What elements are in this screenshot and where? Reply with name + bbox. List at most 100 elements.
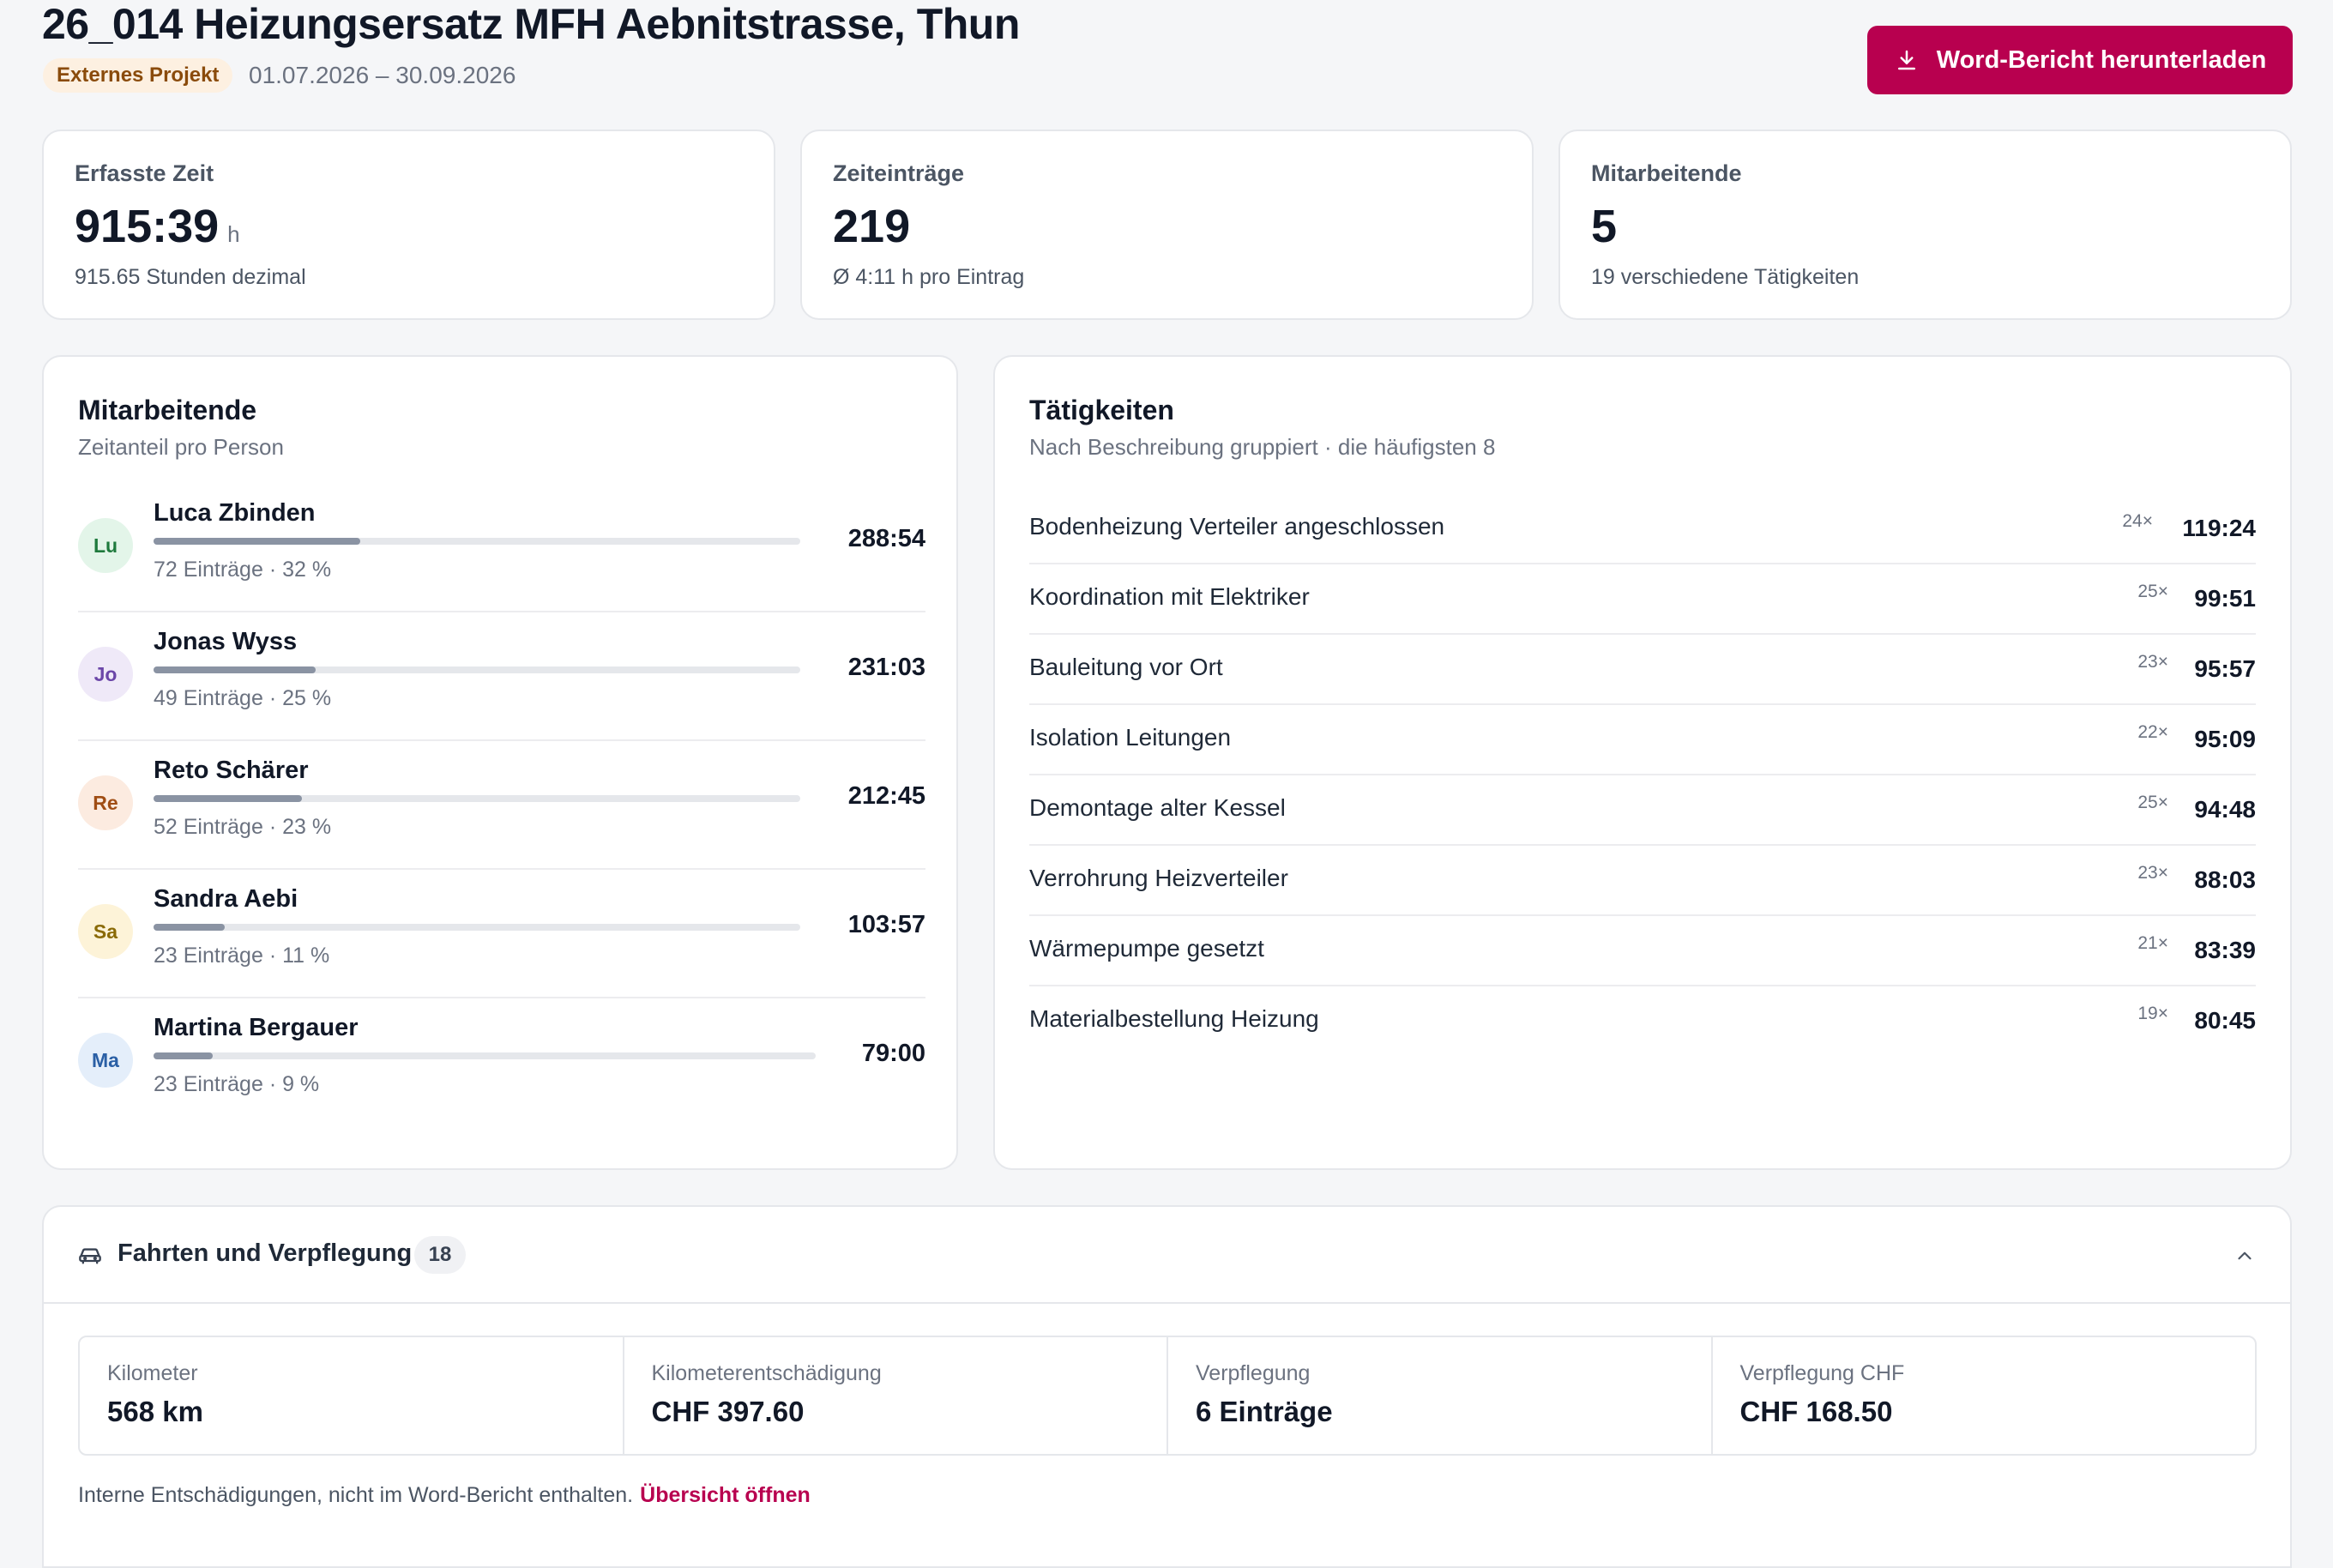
fahrten-title: Fahrten und Verpflegung (118, 1239, 413, 1267)
summary-label: Kilometerentschädigung (651, 1361, 882, 1385)
avatar: Ma (78, 1033, 133, 1088)
download-word-report-button[interactable]: Word-Bericht herunterladen (1867, 26, 2293, 94)
employee-share-fill (154, 538, 360, 545)
employee-meta: 23 Einträge · 9 % (154, 1072, 320, 1096)
activity-hours: 95:57 (2194, 655, 2256, 682)
stat-label: Erfasste Zeit (75, 160, 214, 186)
activity-count: 24× (2122, 511, 2153, 531)
activity-row: Verrohrung Heizverteiler 23× 88:03 (1029, 846, 2256, 916)
activity-count: 22× (2137, 722, 2168, 742)
employee-name: Jonas Wyss (154, 628, 298, 655)
employee-row: Jo Jonas Wyss 49 Einträge · 25 % 231:03 (78, 612, 925, 741)
summary-label: Verpflegung CHF (1739, 1361, 1905, 1385)
employee-share-bar (154, 666, 800, 673)
stat-label: Zeiteinträge (833, 160, 965, 186)
stat-card-entries: Zeiteinträge 219 Ø 4:11 h pro Eintrag (800, 130, 1534, 320)
activity-row: Bauleitung vor Ort 23× 95:57 (1029, 635, 2256, 705)
activity-hours: 94:48 (2194, 796, 2256, 823)
employees-panel-title: Mitarbeitende (78, 395, 257, 425)
employee-share-fill (154, 1052, 213, 1059)
summary-value: 568 km (107, 1396, 203, 1427)
summary-cell-meals-chf: Verpflegung CHF CHF 168.50 (1713, 1337, 2256, 1454)
employee-row: Ma Martina Bergauer 23 Einträge · 9 % 79:00 (78, 998, 925, 1127)
employee-hours: 231:03 (847, 654, 925, 681)
activity-row: Wärmepumpe gesetzt 21× 83:39 (1029, 916, 2256, 986)
stat-card-time: Erfasste Zeit 915:39 h 915.65 Stunden dez… (42, 130, 775, 320)
employee-row: Re Reto Schärer 52 Einträge · 23 % 212:45 (78, 741, 925, 870)
activity-count: 25× (2137, 582, 2168, 601)
employee-hours: 288:54 (847, 525, 925, 552)
avatar: Re (78, 775, 133, 830)
summary-cell-kilometer: Kilometer 568 km (80, 1337, 624, 1454)
page-title: 26_014 Heizungsersatz MFH Aebnitstrasse,… (42, 0, 1020, 48)
employee-share-bar (154, 1052, 816, 1059)
activity-row: Demontage alter Kessel 25× 94:48 (1029, 775, 2256, 846)
summary-label: Verpflegung (1196, 1361, 1311, 1385)
employee-share-bar (154, 795, 800, 802)
employee-meta: 52 Einträge · 23 % (154, 815, 332, 839)
activities-panel-title: Tätigkeiten (1029, 395, 1174, 425)
employee-name: Luca Zbinden (154, 499, 316, 527)
employee-hours: 103:57 (847, 911, 925, 938)
chevron-up-icon[interactable] (2234, 1245, 2256, 1267)
activity-count: 21× (2137, 933, 2168, 953)
employee-share-bar (154, 924, 800, 931)
stat-subtext: 915.65 Stunden dezimal (75, 265, 306, 289)
activities-panel-subtitle: Nach Beschreibung gruppiert · die häufig… (1029, 434, 1496, 460)
activity-hours: 88:03 (2194, 866, 2256, 893)
summary-value: CHF 168.50 (1739, 1396, 1893, 1427)
employees-panel-subtitle: Zeitanteil pro Person (78, 434, 284, 460)
employee-name: Sandra Aebi (154, 885, 298, 913)
employee-meta: 49 Einträge · 25 % (154, 686, 332, 710)
employee-meta: 72 Einträge · 32 % (154, 558, 332, 582)
employee-hours: 79:00 (861, 1040, 925, 1067)
activity-count: 19× (2137, 1004, 2168, 1023)
activity-label: Bauleitung vor Ort (1029, 654, 1223, 680)
employee-share-fill (154, 924, 225, 931)
activity-hours: 83:39 (2194, 937, 2256, 963)
employee-name: Martina Bergauer (154, 1014, 359, 1041)
stat-value: 219 (833, 201, 911, 252)
activity-row: Isolation Leitungen 22× 95:09 (1029, 705, 2256, 775)
stat-subtext: 19 verschiedene Tätigkeiten (1591, 265, 1860, 289)
activity-row: Materialbestellung Heizung 19× 80:45 (1029, 986, 2256, 1057)
date-range: 01.07.2026 – 30.09.2026 (249, 62, 516, 88)
employee-share-fill (154, 795, 302, 802)
stat-value: 915:39 h (75, 201, 240, 252)
car-icon (79, 1248, 101, 1264)
summary-cell-meals: Verpflegung 6 Einträge (1168, 1337, 1713, 1454)
activity-row: Koordination mit Elektriker 25× 99:51 (1029, 564, 2256, 635)
employee-row: Sa Sandra Aebi 23 Einträge · 11 % 103:57 (78, 870, 925, 998)
stat-unit: h (227, 221, 240, 247)
activity-label: Bodenheizung Verteiler angeschlossen (1029, 513, 1445, 540)
project-type-badge: Externes Projekt (43, 58, 233, 93)
download-button-label: Word-Bericht herunterladen (1936, 45, 2267, 74)
activity-row: Bodenheizung Verteiler angeschlossen 24× 1… (1029, 494, 2256, 564)
stat-card-employees: Mitarbeitende 5 19 verschiedene Tätigkei… (1558, 130, 2292, 320)
activity-label: Koordination mit Elektriker (1029, 583, 1310, 610)
employee-hours: 212:45 (847, 782, 925, 810)
activity-label: Isolation Leitungen (1029, 724, 1232, 751)
employee-meta: 23 Einträge · 11 % (154, 944, 330, 968)
activity-hours: 99:51 (2194, 585, 2256, 612)
footnote-text: Interne Entschädigungen, nicht im Word-B… (78, 1483, 634, 1507)
employees-panel: Mitarbeitende Zeitanteil pro Person Lu Lu… (42, 355, 958, 1170)
fahrten-header[interactable]: Fahrten und Verpflegung 18 (44, 1207, 2290, 1304)
employee-row: Lu Luca Zbinden 72 Einträge · 32 % 288:54 (78, 484, 925, 612)
stat-subtext: Ø 4:11 h pro Eintrag (833, 265, 1025, 289)
fahrten-panel: Fahrten und Verpflegung 18 Kilometer 568… (42, 1205, 2292, 1568)
fahrten-footnote: Interne Entschädigungen, nicht im Word-B… (78, 1483, 811, 1508)
avatar: Lu (78, 518, 133, 573)
summary-label: Kilometer (107, 1361, 198, 1385)
activity-label: Materialbestellung Heizung (1029, 1005, 1319, 1032)
activities-panel: Tätigkeiten Nach Beschreibung gruppiert … (993, 355, 2292, 1170)
employee-share-fill (154, 666, 316, 673)
activity-hours: 95:09 (2194, 726, 2256, 752)
avatar: Sa (78, 904, 133, 959)
stat-label: Mitarbeitende (1591, 160, 1742, 186)
employee-share-bar (154, 538, 800, 545)
activity-hours: 80:45 (2194, 1007, 2256, 1034)
download-icon (1897, 50, 1915, 70)
activity-hours: 119:24 (2182, 515, 2256, 541)
overview-link[interactable]: Übersicht öffnen (640, 1483, 811, 1507)
